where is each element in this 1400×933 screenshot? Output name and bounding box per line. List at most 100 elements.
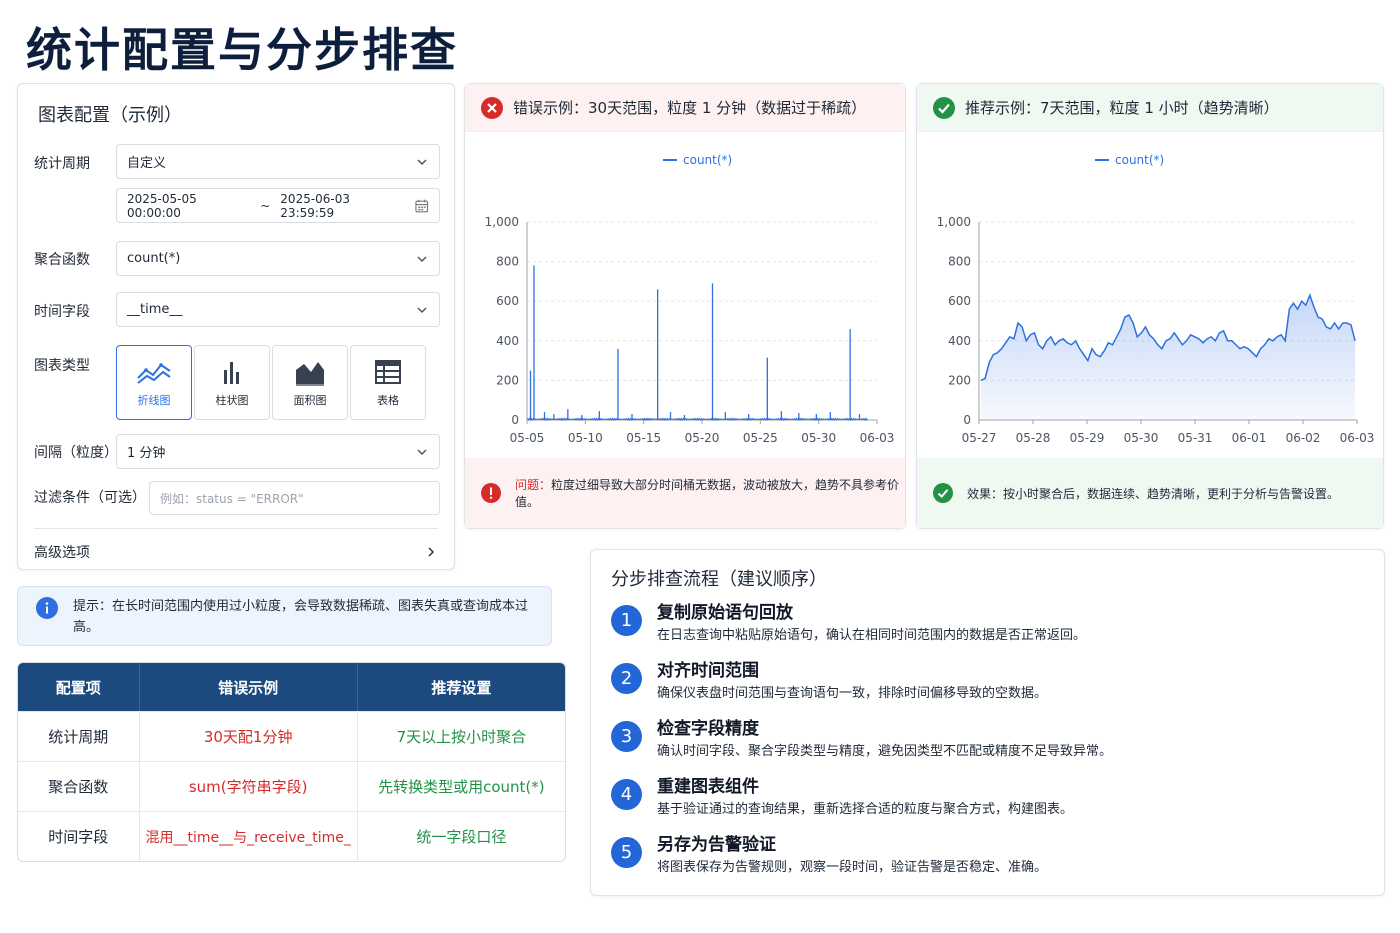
advanced-options-label: 高级选项 [34,545,90,561]
recommended-foot-text: 效果：按小时聚合后，数据连续、趋势清晰，更利于分析与告警设置。 [967,486,1340,501]
time-field-label: 时间字段 [34,304,90,320]
chevron-down-icon [417,306,427,313]
tip-text: 提示：在长时间范围内使用过小粒度，会导致数据稀疏、图表失真或查询成本过高。 [73,599,529,635]
error-foot-prefix: 问题： [515,478,552,492]
y-tick-label: 600 [948,294,971,308]
agg-select[interactable]: count(*) [116,241,440,276]
step-number: 5 [611,837,642,868]
config-panel-title: 图表配置（示例） [38,105,182,126]
table-row: 统计周期 30天配1分钟 7天以上按小时聚合 [18,711,565,761]
table-row: 聚合函数 sum(字符串字段) 先转换类型或用count(*) [18,761,565,811]
chart-type-bar[interactable]: 柱状图 [194,345,270,420]
troubleshooting-steps-panel: 分步排查流程（建议顺序） 1 复制原始语句回放 在日志查询中粘贴原始语句，确认在… [590,549,1385,896]
x-tick-label: 05-20 [685,431,720,445]
recommended-area-chart: 0 200 400 600 800 1,000 05-27 05-28 05-29 05-30 05… [937,153,1375,445]
y-tick-label: 400 [496,334,519,348]
period-select-value: 自定义 [127,156,167,171]
period-label: 统计周期 [34,156,90,172]
date-separator: ~ [260,198,271,213]
chevron-down-icon [417,448,427,455]
chart-type-line-label: 折线图 [137,393,171,407]
chart-type-label: 图表类型 [34,358,90,374]
line-chart-icon [137,362,171,384]
chevron-down-icon [417,255,427,262]
calendar-icon[interactable] [414,198,429,214]
step-number: 2 [611,663,642,694]
chart-type-area-label: 面积图 [293,393,327,407]
table-cell-bad: 混用__time__与_receive_time_ [138,812,357,861]
x-tick-label: 05-27 [962,431,997,445]
error-example-title: 错误示例：30天范围，粒度 1 分钟（数据过于稀疏） [513,99,867,117]
chart-type-line[interactable]: 折线图 [116,345,192,420]
step-number: 4 [611,779,642,810]
legend-label: count(*) [683,153,732,167]
error-example-card: 错误示例：30天范围，粒度 1 分钟（数据过于稀疏） 0 200 400 600 800… [464,83,906,529]
filter-label: 过滤条件（可选） [34,490,146,506]
table-cell-item: 统计周期 [48,728,109,746]
error-example-header: 错误示例：30天范围，粒度 1 分钟（数据过于稀疏） [465,84,905,132]
recommended-example-header: 推荐示例：7天范围，粒度 1 小时（趋势清晰） [917,84,1383,132]
table-cell-good: 统一字段口径 [356,812,565,861]
chart-type-selector: 折线图 柱状图 面积图 表格 [116,345,426,420]
step-number: 3 [611,721,642,752]
x-tick-label: 06-03 [1340,431,1375,445]
time-field-value: __time__ [127,302,183,317]
comparison-table: 配置项 错误示例 推荐设置 统计周期 30天配1分钟 7天以上按小时聚合 聚合函… [17,662,566,862]
x-tick-label: 05-29 [1070,431,1105,445]
y-tick-label: 0 [963,413,971,427]
time-field-select[interactable]: __time__ [116,292,440,327]
advanced-options[interactable]: 高级选项 [34,542,438,562]
y-tick-label: 200 [948,373,971,387]
chart-type-table-label: 表格 [377,393,399,407]
period-select[interactable]: 自定义 [116,144,440,179]
error-icon [481,96,503,119]
chevron-down-icon [417,158,427,165]
chart-type-table[interactable]: 表格 [350,345,426,420]
table-header-cell: 错误示例 [138,663,357,711]
chart-config-panel: 图表配置（示例） 统计周期 自定义 2025-05-05 00:00:00 ~ … [17,83,455,570]
legend-label: count(*) [1115,153,1164,167]
chart-type-area[interactable]: 面积图 [272,345,348,420]
error-foot-text: 粒度过细导致大部分时间桶无数据，波动被放大，趋势不具参考价值。 [515,478,900,509]
step-title: 另存为告警验证 [657,835,776,855]
check-circle-icon [933,96,955,119]
y-tick-label: 200 [496,373,519,387]
table-header-row: 配置项 错误示例 推荐设置 [18,663,565,711]
info-icon [36,597,58,619]
interval-select[interactable]: 1 分钟 [116,434,440,469]
check-circle-icon [933,483,953,503]
table-row: 时间字段 混用__time__与_receive_time_ 统一字段口径 [18,811,565,861]
y-tick-label: 800 [496,255,519,269]
table-header-cell: 推荐设置 [356,663,565,711]
step-title: 重建图表组件 [657,777,759,797]
table-cell-bad: 30天配1分钟 [138,712,357,761]
steps-panel-title: 分步排查流程（建议顺序） [611,569,827,590]
series-area [981,295,1356,420]
table-cell-bad: sum(字符串字段) [138,762,357,811]
table-cell-item: 聚合函数 [48,778,109,796]
date-range-picker[interactable]: 2025-05-05 00:00:00 ~ 2025-06-03 23:59:5… [116,188,440,223]
x-tick-label: 05-10 [568,431,603,445]
y-tick-label: 0 [511,413,519,427]
agg-select-value: count(*) [127,251,181,266]
y-tick-label: 800 [948,255,971,269]
x-tick-label: 05-30 [1124,431,1159,445]
interval-value: 1 分钟 [127,446,166,461]
step-description: 基于验证通过的查询结果，重新选择合适的粒度与聚合方式，构建图表。 [657,802,1074,817]
chart-type-bar-label: 柱状图 [215,393,249,407]
bar-chart-icon [224,361,239,384]
x-tick-label: 05-25 [743,431,778,445]
step-description: 确认时间字段、聚合字段类型与精度，避免因类型不匹配或精度不足导致异常。 [657,744,1113,759]
table-cell-good: 7天以上按小时聚合 [356,712,565,761]
step-title: 复制原始语句回放 [657,603,793,623]
recommended-example-card: 推荐示例：7天范围，粒度 1 小时（趋势清晰） 0 200 400 600 800 1,0… [916,83,1384,529]
x-tick-label: 05-28 [1016,431,1051,445]
date-end: 2025-06-03 23:59:59 [280,191,351,220]
x-tick-label: 06-03 [860,431,895,445]
date-start: 2025-05-05 00:00:00 [127,191,197,220]
table-cell-item: 时间字段 [48,828,109,846]
y-tick-label: 1,000 [485,215,519,229]
filter-input[interactable]: 例如：status = "ERROR" [149,481,440,515]
area-chart-icon [296,361,324,386]
step-description: 将图表保存为告警规则，观察一段时间，验证告警是否稳定、准确。 [657,860,1048,875]
